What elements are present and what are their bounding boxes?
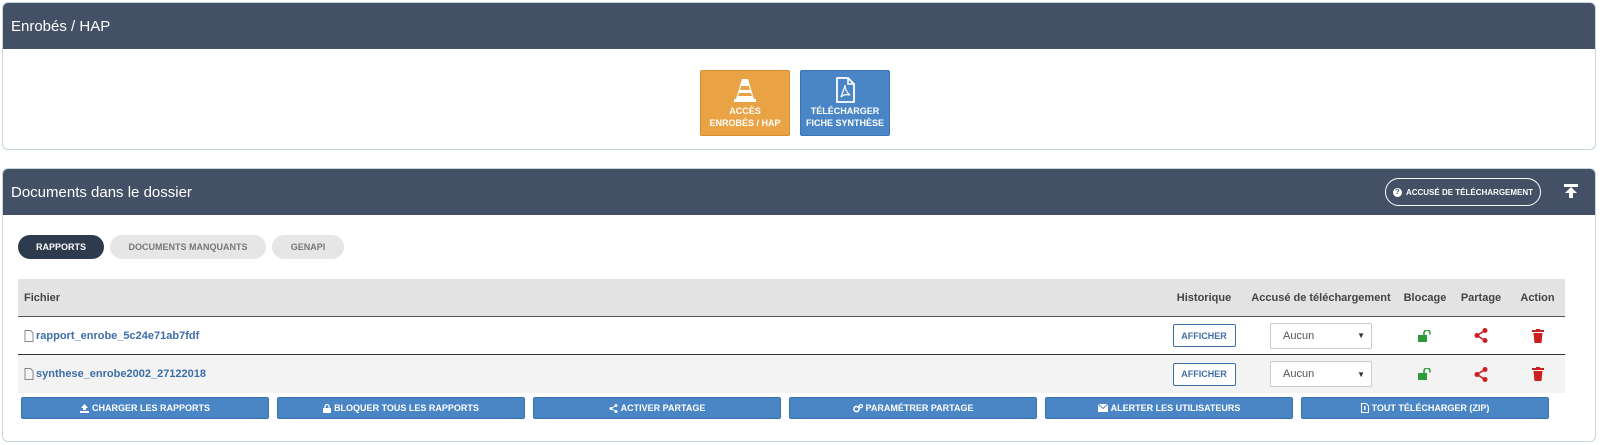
upload-icon [79,403,89,413]
envelope-icon [1097,404,1108,412]
pdf-file-icon [836,77,855,103]
charger-rapports-button[interactable]: Charger les rapports [21,397,269,419]
enrobes-panel-title: Enrobés / HAP [11,17,111,35]
caret-down-icon: ▼ [1357,331,1365,340]
bloquer-rapports-button[interactable]: Bloquer tous les rapports [277,397,525,419]
file-name: rapport_enrobe_5c24e71ab7fdf [36,329,200,342]
enrobes-panel-header: Enrobés / HAP [3,3,1595,49]
tab-genapi[interactable]: GENAPI [272,235,344,259]
accuse-select[interactable]: Aucun ▼ [1270,322,1372,349]
parametrer-partage-label: Paramétrer partage [865,403,974,413]
enrobes-tiles: Accès enrobés / HAP Télécharger fiche sy… [700,70,890,136]
file-cell: rapport_enrobe_5c24e71ab7fdf [18,329,1164,342]
file-cell: synthese_enrobe2002_27122018 [18,368,1164,380]
header-action: Action [1520,291,1555,304]
partage-cell [1452,366,1510,382]
lock-icon [323,403,332,413]
file-link[interactable]: rapport_enrobe_5c24e71ab7fdf [24,329,1164,342]
accuse-select-value: Aucun [1283,368,1315,380]
trash-icon[interactable] [1531,367,1544,381]
file-zip-icon [1360,403,1369,413]
caret-down-icon: ▼ [1357,369,1365,379]
gears-icon [852,403,863,412]
accuse-telechargement-button[interactable]: ? Accusé de téléchargement [1385,178,1541,206]
telecharger-fiche-tile[interactable]: Télécharger fiche synthèse [800,70,890,136]
partage-cell [1452,328,1510,343]
unlock-icon[interactable] [1418,329,1432,342]
documents-panel-title: Documents dans le dossier [11,183,192,201]
history-cell: Afficher [1164,362,1244,386]
action-cell [1510,367,1565,381]
tab-documents-manquants[interactable]: Documents manquants [110,235,266,259]
tout-telecharger-label: Tout télécharger (ZIP) [1371,403,1490,413]
pdf-file-icon [24,368,34,380]
afficher-button[interactable]: Afficher [1172,362,1236,386]
documents-panel: Documents dans le dossier ? Accusé de té… [2,168,1596,442]
bulk-actions: Charger les rapports Bloquer tous les ra… [21,397,1549,419]
header-fichier: Fichier [24,291,61,304]
parametrer-partage-button[interactable]: Paramétrer partage [789,397,1037,419]
documents-panel-header: Documents dans le dossier ? Accusé de té… [3,169,1595,215]
alerter-utilisateurs-button[interactable]: Alerter les utilisateurs [1045,397,1293,419]
accuse-cell: Aucun ▼ [1244,361,1398,387]
upload-arrow-icon[interactable] [1563,183,1579,199]
action-cell [1510,328,1565,343]
blocage-cell [1398,368,1452,380]
history-cell: Afficher [1164,324,1244,347]
documents-table: Fichier Historique Accusé de téléchargem… [18,279,1565,393]
file-name: synthese_enrobe2002_27122018 [36,368,207,380]
table-row: rapport_enrobe_5c24e71ab7fdf Afficher Au… [18,317,1565,355]
afficher-button[interactable]: Afficher [1172,324,1236,347]
unlock-icon[interactable] [1418,368,1432,380]
charger-rapports-label: Charger les rapports [91,403,210,413]
header-blocage: Blocage [1403,291,1447,304]
document-tabs: Rapports Documents manquants GENAPI [18,235,344,259]
acces-tile-line1: Accès [729,106,761,116]
activer-partage-button[interactable]: Activer partage [533,397,781,419]
telecharger-tile-line1: Télécharger [810,106,880,116]
table-header: Fichier Historique Accusé de téléchargem… [18,279,1565,317]
traffic-cone-icon [734,79,756,102]
accuse-select-value: Aucun [1283,329,1315,342]
file-link[interactable]: synthese_enrobe2002_27122018 [24,368,1164,380]
trash-icon[interactable] [1531,328,1544,343]
telecharger-tile-line2: fiche synthèse [805,118,884,128]
question-icon: ? [1392,187,1402,197]
alerter-utilisateurs-label: Alerter les utilisateurs [1110,403,1241,413]
header-accuse: Accusé de téléchargement [1251,291,1391,304]
accuse-telechargement-label: Accusé de téléchargement [1405,187,1534,197]
table-row: synthese_enrobe2002_27122018 Afficher Au… [18,355,1565,393]
share-icon [609,403,618,413]
bloquer-rapports-label: Bloquer tous les rapports [334,403,479,413]
accuse-select[interactable]: Aucun ▼ [1270,361,1372,387]
acces-tile-line2: enrobés / HAP [709,118,781,128]
share-icon[interactable] [1474,366,1488,382]
header-partage: Partage [1460,291,1502,304]
pdf-file-icon [24,329,34,342]
header-historique: Historique [1176,291,1232,304]
blocage-cell [1398,329,1452,342]
activer-partage-label: Activer partage [620,403,706,413]
tab-rapports[interactable]: Rapports [18,235,104,259]
tout-telecharger-button[interactable]: Tout télécharger (ZIP) [1301,397,1549,419]
share-icon[interactable] [1474,328,1488,343]
accuse-cell: Aucun ▼ [1244,322,1398,349]
acces-enrobes-tile[interactable]: Accès enrobés / HAP [700,70,790,136]
